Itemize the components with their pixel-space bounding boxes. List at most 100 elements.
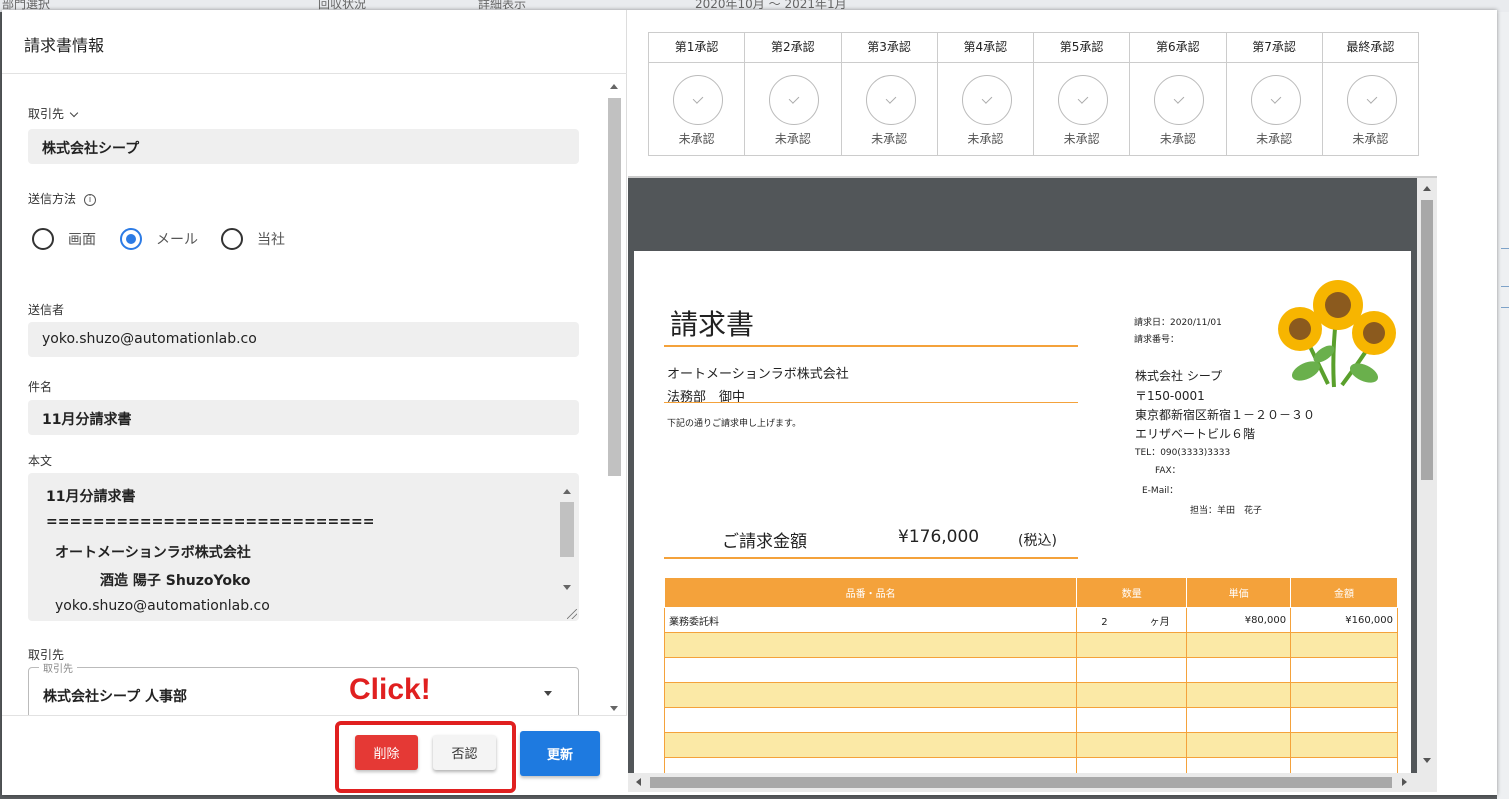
approval-status: 未承認 [1159,132,1196,146]
invoice-items-table: 品番・品名 数量 単価 金額 業務委託料 2 ヶ月 ¥80,000 ¥160,00… [663,577,1398,783]
body-scrollbar[interactable] [558,485,575,610]
dropdown-arrow-icon[interactable] [544,691,552,696]
approval-stage: 第7承認未承認 [1226,33,1323,155]
radio-company[interactable]: 当社 [221,228,285,250]
approval-status: 未承認 [1352,132,1389,146]
col-amount: 金額 [1290,577,1398,608]
approval-stage: 最終承認 未承認 [1322,33,1418,155]
body-line: 酒造 陽子 ShuzoYoko [100,573,251,589]
invoice-number: 請求番号： [1134,335,1180,345]
invoice-date: 請求日：2020/11/01 [1134,318,1222,328]
amount-label: ご請求金額 [722,532,807,552]
delete-button[interactable]: 削除 [355,735,418,770]
approval-status: 未承認 [967,132,1004,146]
approval-stage-title: 第7承認 [1226,33,1322,63]
table-row [663,632,1398,658]
info-icon[interactable]: i [84,193,97,206]
radio-mail[interactable]: メール [120,228,198,250]
invoice-modal: 請求書情報 取引先 株式会社シープ 送信方法 i 画面 メール 当社 送信者 yo… [2,10,1497,795]
invoice-intro: 下記の通りご請求申し上げます。 [667,419,802,429]
check-circle-icon [1346,75,1397,125]
approval-stage-title: 第4承認 [937,33,1033,63]
amount-tax: (税込) [1018,533,1057,549]
sender-label: 送信者 [28,303,65,317]
check-circle-icon [769,75,820,125]
approval-stage: 第6承認未承認 [1130,33,1227,155]
col-qty: 数量 [1076,577,1188,608]
radio-screen[interactable]: 画面 [32,228,96,250]
row-item: 業務委託料 [663,607,1078,633]
invoice-page: 請求書 オートメーションラボ株式会社 法務部 御中 下記の通りご請求申し上げます… [634,251,1411,783]
sender-field[interactable]: yoko.shuzo@automationlab.co [28,322,579,357]
invoice-info-panel: 請求書情報 取引先 株式会社シープ 送信方法 i 画面 メール 当社 送信者 yo… [2,10,627,795]
approval-stage-title: 第6承認 [1130,33,1226,63]
approval-status: 未承認 [678,132,715,146]
approval-status: 未承認 [1256,132,1293,146]
update-button[interactable]: 更新 [520,731,600,776]
subject-field[interactable]: 11月分請求書 [28,400,579,435]
issuer-address: 東京都新宿区新宿１－２０－３０ [1135,408,1316,422]
client-select[interactable]: 取引先 株式会社シープ 人事部 [28,660,579,715]
approval-status-table: 第1承認 未承認 第2承認 未承認 第3承認 未承認 第4承認 未承認 第5承認 未承認 第6承認未… [648,32,1419,156]
client-label[interactable]: 取引先 [28,105,79,122]
issuer-email: E-Mail： [1142,486,1179,496]
chevron-down-icon [69,108,79,118]
body-textarea[interactable]: 11月分請求書 ============================ オート… [28,473,579,621]
issuer-zip: 〒150-0001 [1135,389,1205,403]
row-price: ¥80,000 [1186,607,1292,633]
check-circle-icon [1250,75,1301,125]
radio-circle[interactable] [32,228,54,250]
sunflower-icon [1278,280,1396,388]
approval-stage: 第3承認未承認 [841,33,938,155]
pdf-vertical-scrollbar[interactable] [1417,178,1437,775]
issuer-fax: FAX： [1155,466,1181,476]
reject-button[interactable]: 否認 [433,735,496,770]
panel-scroll-area[interactable]: 取引先 株式会社シープ 送信方法 i 画面 メール 当社 送信者 yoko.shu… [2,75,627,715]
radio-circle[interactable] [221,228,243,250]
panel-title: 請求書情報 [24,36,105,55]
client-select-value: 株式会社シープ 人事部 [43,689,188,705]
panel-scrollbar[interactable] [606,80,623,715]
send-method-label: 送信方法 i [28,190,97,207]
invoice-title: 請求書 [670,308,755,341]
body-line: ============================ [46,514,375,530]
check-circle-icon [865,75,916,125]
check-circle-icon [961,75,1012,125]
approval-stage-title: 最終承認 [1322,33,1418,63]
table-row: 業務委託料 2 ヶ月 ¥80,000 ¥160,000 [663,607,1398,633]
resize-handle-icon[interactable] [567,609,577,619]
table-row [663,707,1398,733]
row-amount: ¥160,000 [1290,607,1398,633]
issuer-name: 株式会社 シープ [1135,369,1223,383]
issuer-tel: TEL：090(3333)3333 [1135,448,1231,458]
check-circle-icon [673,75,723,125]
body-line: yoko.shuzo@automationlab.co [55,598,270,614]
col-item: 品番・品名 [663,577,1078,608]
check-circle-icon [1154,75,1205,125]
approval-status: 未承認 [774,132,811,146]
body-line: 11月分請求書 [46,489,136,505]
issuer-building: エリザベートビル６階 [1135,427,1256,441]
approval-stage: 第5承認 未承認 [1034,33,1131,155]
radio-circle-selected[interactable] [120,228,142,250]
table-row [663,682,1398,708]
approval-status: 未承認 [871,132,908,146]
client-field[interactable]: 株式会社シープ [28,129,579,164]
table-row [663,732,1398,758]
background-right-strip [1497,12,1509,799]
col-unit-price: 単価 [1186,577,1292,608]
approval-stage-title: 第5承認 [1034,33,1130,63]
pdf-viewer[interactable]: 請求書 オートメーションラボ株式会社 法務部 御中 下記の通りご請求申し上げます… [628,176,1437,792]
approval-stage-title: 第1承認 [649,33,745,63]
body-line: オートメーションラボ株式会社 [55,545,251,561]
approval-stage: 第1承認未承認 [649,33,746,155]
click-annotation: Click! [349,673,431,706]
approval-stage: 第4承認未承認 [937,33,1034,155]
panel-header: 請求書情報 [2,10,627,74]
approval-stage-title: 第3承認 [841,33,937,63]
issuer-person: 担当：羊田 花子 [1190,506,1263,516]
preview-panel: 第1承認 未承認 第2承認 未承認 第3承認 未承認 第4承認 未承認 第5承認 未承認 第6承認未… [628,10,1497,795]
pdf-horizontal-scrollbar[interactable] [628,773,1437,792]
subject-label: 件名 [28,380,53,394]
client-select-legend: 取引先 [39,660,77,675]
